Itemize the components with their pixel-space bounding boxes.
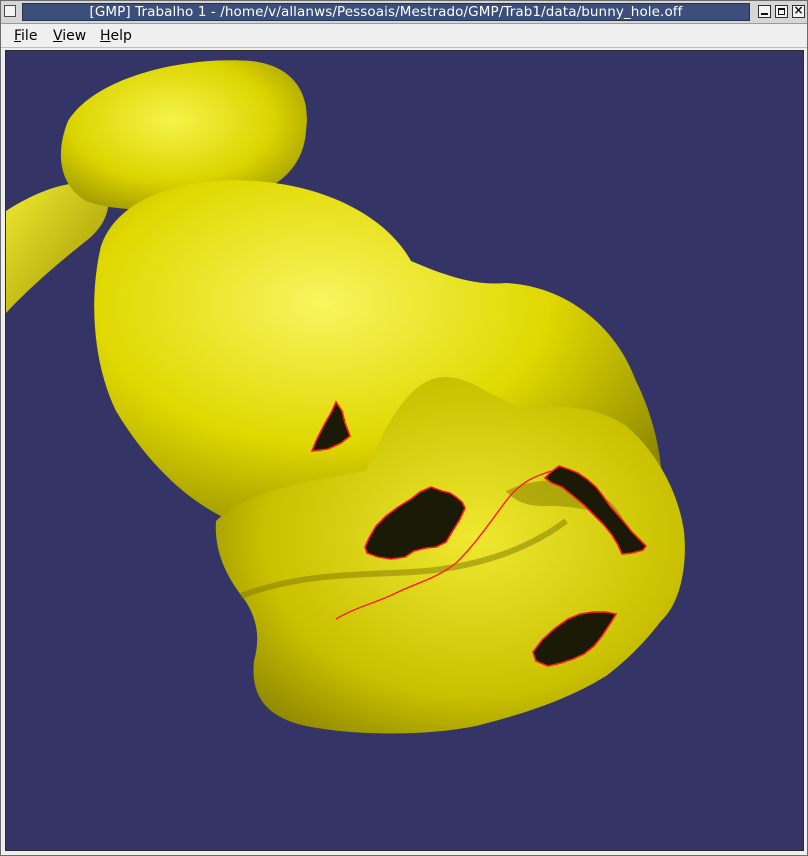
close-icon: × xyxy=(793,3,804,17)
menu-file-mnemonic: F xyxy=(14,28,22,44)
menu-help-label: elp xyxy=(110,28,132,44)
title-area[interactable]: [GMP] Trabalho 1 - /home/v/allanws/Pesso… xyxy=(22,3,750,21)
opengl-viewport[interactable] xyxy=(5,50,804,851)
menu-view-mnemonic: V xyxy=(53,28,63,44)
menu-file-label: ile xyxy=(21,28,38,44)
close-button[interactable]: × xyxy=(792,3,805,18)
menu-view-label: iew xyxy=(62,28,87,44)
menu-view[interactable]: View xyxy=(53,28,86,44)
minimize-icon xyxy=(761,13,768,15)
application-window: [GMP] Trabalho 1 - /home/v/allanws/Pesso… xyxy=(0,0,808,856)
maximize-icon xyxy=(778,8,785,15)
menu-help[interactable]: Help xyxy=(100,28,132,44)
menu-bar: File View Help xyxy=(1,24,807,48)
minimize-button[interactable] xyxy=(758,5,771,18)
title-bar[interactable]: [GMP] Trabalho 1 - /home/v/allanws/Pesso… xyxy=(1,1,807,24)
menu-help-mnemonic: H xyxy=(100,28,111,44)
window-title: [GMP] Trabalho 1 - /home/v/allanws/Pesso… xyxy=(89,4,683,20)
mesh-render xyxy=(6,60,685,734)
maximize-button[interactable] xyxy=(775,5,788,18)
window-menu-button[interactable] xyxy=(4,5,16,17)
menu-file[interactable]: File xyxy=(14,28,37,44)
